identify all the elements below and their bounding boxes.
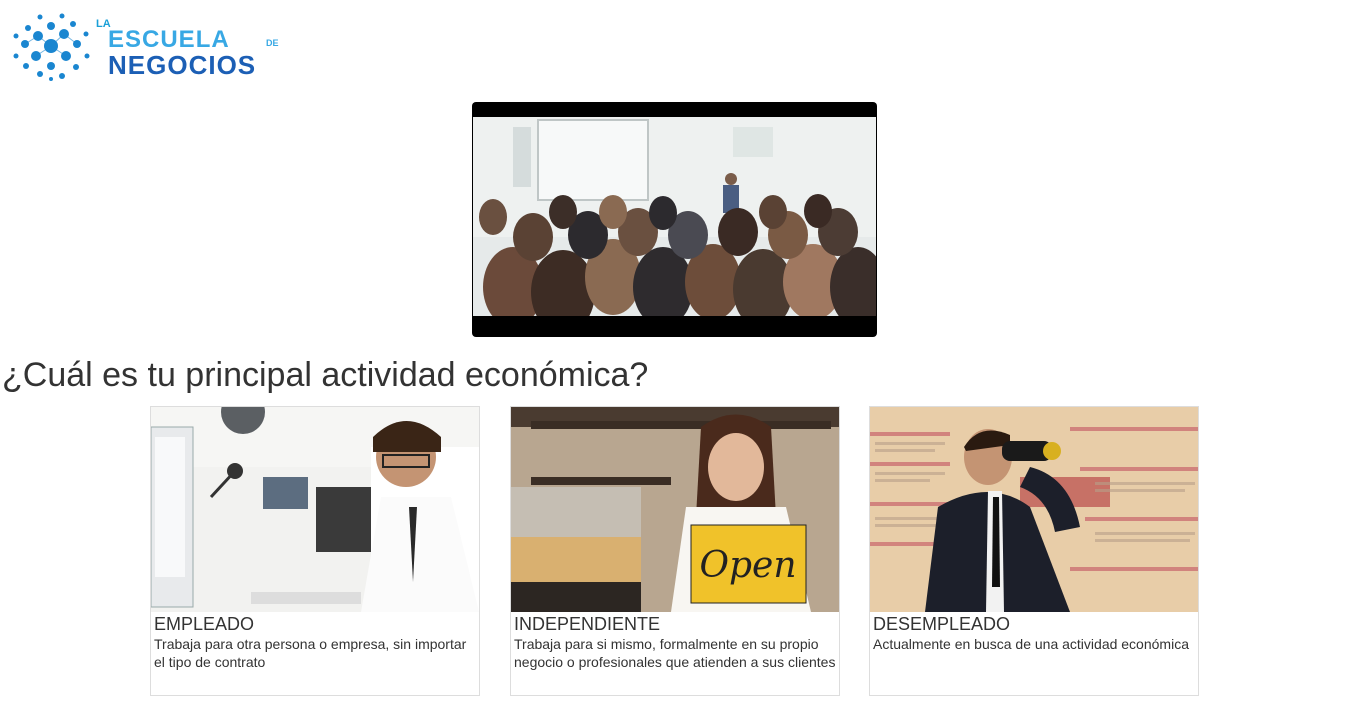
- logo-negocios: NEGOCIOS: [108, 50, 257, 80]
- open-sign: Open: [699, 545, 796, 586]
- option-card-empleado[interactable]: EMPLEADO Trabaja para otra persona o emp…: [150, 406, 480, 696]
- logo-escuela: ESCUELA: [108, 26, 230, 53]
- site-logo[interactable]: LA ESCUELA DE NEGOCIOS: [10, 10, 290, 85]
- question-heading: ¿Cuál es tu principal actividad económic…: [2, 356, 649, 394]
- video-thumbnail: [473, 117, 876, 316]
- option-title: DESEMPLEADO: [873, 614, 1011, 634]
- option-card-desempleado[interactable]: DESEMPLEADO Actualmente en busca de una …: [869, 406, 1199, 696]
- shop-owner-photo: Open: [511, 407, 839, 612]
- option-card-independiente[interactable]: Open INDEPENDIENTE Trabaja para si mismo…: [510, 406, 840, 696]
- logo-dots-icon: [13, 13, 90, 81]
- logo-de: DE: [266, 38, 279, 48]
- option-title: INDEPENDIENTE: [514, 614, 661, 634]
- option-description: Trabaja para otra persona o empresa, sin…: [154, 636, 467, 670]
- option-description: Actualmente en busca de una actividad ec…: [873, 636, 1189, 652]
- job-seeker-photo: [870, 407, 1198, 612]
- employee-photo: [151, 407, 479, 612]
- video-player[interactable]: [472, 102, 877, 337]
- option-title: EMPLEADO: [154, 614, 255, 634]
- option-description: Trabaja para si mismo, formalmente en su…: [514, 636, 836, 670]
